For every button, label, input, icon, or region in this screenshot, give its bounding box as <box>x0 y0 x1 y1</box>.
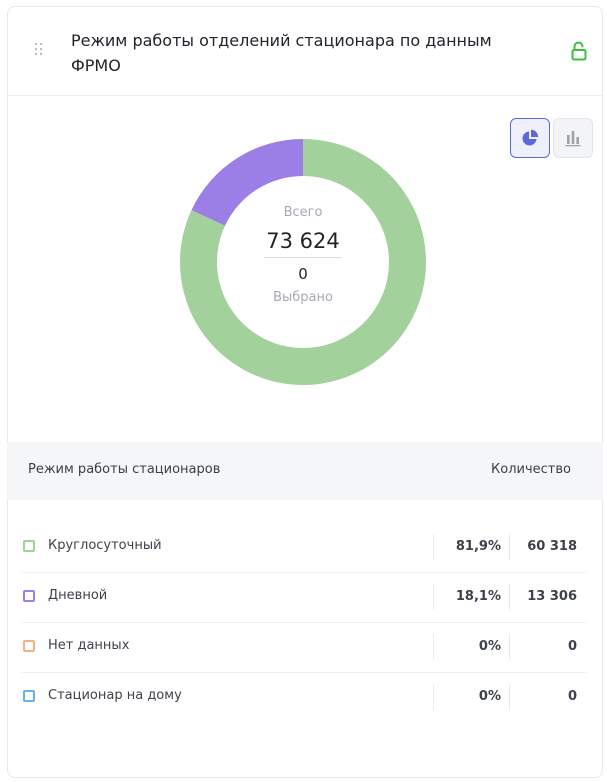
column-mode: Режим работы стационаров <box>28 462 221 477</box>
selected-label: Выбрано <box>273 290 333 305</box>
legend-label: Стационар на дому <box>48 688 182 703</box>
legend-count: 0 <box>509 634 585 660</box>
total-label: Всего <box>283 205 323 220</box>
bar-view-toggle[interactable] <box>553 118 593 158</box>
legend-checkbox[interactable] <box>23 540 35 552</box>
widget-title: Режим работы отделений стационара по дан… <box>71 31 492 75</box>
table-header: Режим работы стационаров Количество <box>7 442 603 500</box>
legend-count: 13 306 <box>509 584 585 610</box>
selected-value: 0 <box>298 265 308 283</box>
legend-checkbox[interactable] <box>23 640 35 652</box>
column-count[interactable]: Количество <box>491 462 571 477</box>
legend-percent: 0% <box>433 634 507 660</box>
legend-count: 0 <box>509 684 585 710</box>
chart-center-summary: Всего 73 624 0 Выбрано <box>218 205 388 306</box>
legend-row[interactable]: Стационар на дому 0% 0 <box>21 672 587 722</box>
legend-row[interactable]: Дневной 18,1% 13 306 <box>21 572 587 623</box>
legend-row[interactable]: Нет данных 0% 0 <box>21 622 587 673</box>
legend-percent: 0% <box>433 684 507 710</box>
legend-percent: 81,9% <box>433 534 507 560</box>
widget-header: Режим работы отделений стационара по дан… <box>8 7 602 96</box>
legend-checkbox[interactable] <box>23 690 35 702</box>
lock-open-icon[interactable] <box>570 41 588 61</box>
legend-count: 60 318 <box>509 534 585 560</box>
legend-label: Круглосуточный <box>48 538 162 553</box>
legend-checkbox[interactable] <box>23 590 35 602</box>
bar-chart-icon <box>565 131 581 147</box>
drag-handle-icon[interactable] <box>35 43 43 57</box>
pie-chart-icon <box>522 129 539 146</box>
summary-divider <box>264 257 342 258</box>
legend-label: Дневной <box>48 588 108 603</box>
legend-row[interactable]: Круглосуточный 81,9% 60 318 <box>21 522 587 573</box>
legend-percent: 18,1% <box>433 584 507 610</box>
pie-view-toggle[interactable] <box>510 118 550 158</box>
total-value: 73 624 <box>266 229 340 253</box>
legend-label: Нет данных <box>48 638 130 653</box>
